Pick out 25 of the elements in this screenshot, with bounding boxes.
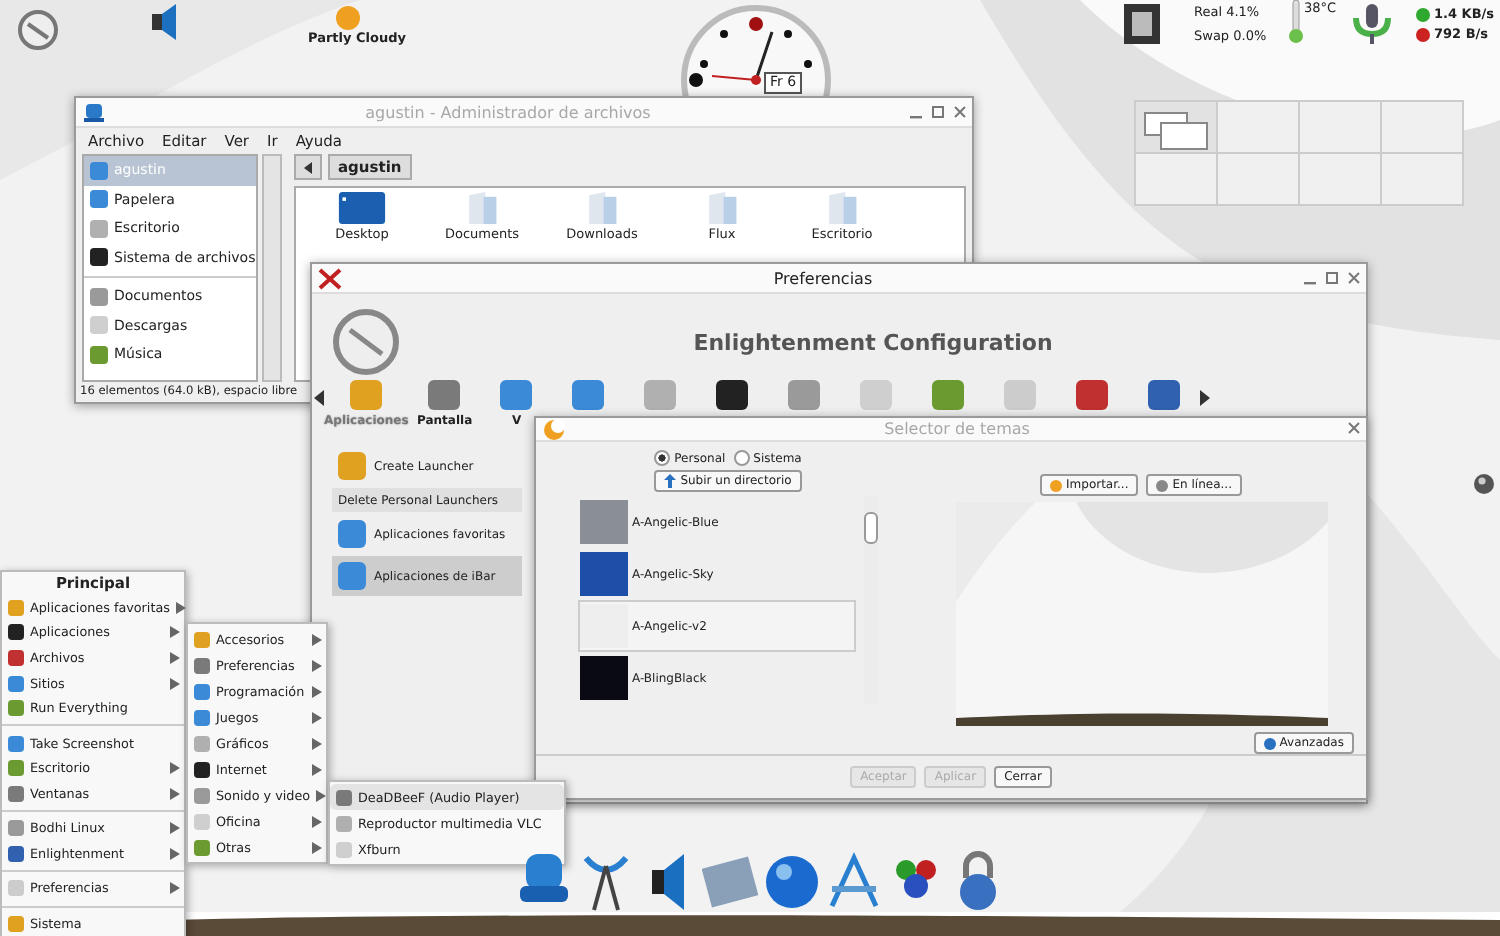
thermometer-icon	[1288, 0, 1304, 44]
back-arrow-icon	[304, 161, 312, 173]
close-icon[interactable]	[1348, 271, 1360, 285]
window-title: Preferencias	[771, 269, 875, 287]
close-icon[interactable]	[1348, 422, 1360, 436]
sun-icon	[330, 2, 366, 30]
scroll-right-icon[interactable]	[1200, 390, 1211, 406]
desktop-icon[interactable]	[338, 192, 386, 224]
chair-icon	[82, 101, 106, 123]
maximize-icon[interactable]	[932, 105, 944, 119]
up-arrow-icon	[664, 474, 677, 488]
back-button[interactable]	[294, 154, 322, 180]
microphone-icon[interactable]	[1352, 2, 1392, 46]
maximize-icon[interactable]	[1326, 271, 1338, 285]
heading: Enlightenment Configuration	[691, 329, 1055, 355]
disc-icon[interactable]	[1472, 472, 1496, 496]
window-title: agustin - Administrador de archivos	[363, 103, 653, 121]
window-title: Selector de temas	[882, 420, 1032, 438]
scrollbar[interactable]	[262, 154, 282, 382]
logo-icon	[332, 308, 400, 376]
scroll-left-icon[interactable]	[314, 390, 324, 406]
virtual-desktop[interactable]	[1136, 102, 1216, 152]
globe-icon[interactable]	[764, 850, 820, 914]
logo-icon[interactable]	[16, 8, 60, 52]
close-icon[interactable]	[954, 105, 966, 119]
